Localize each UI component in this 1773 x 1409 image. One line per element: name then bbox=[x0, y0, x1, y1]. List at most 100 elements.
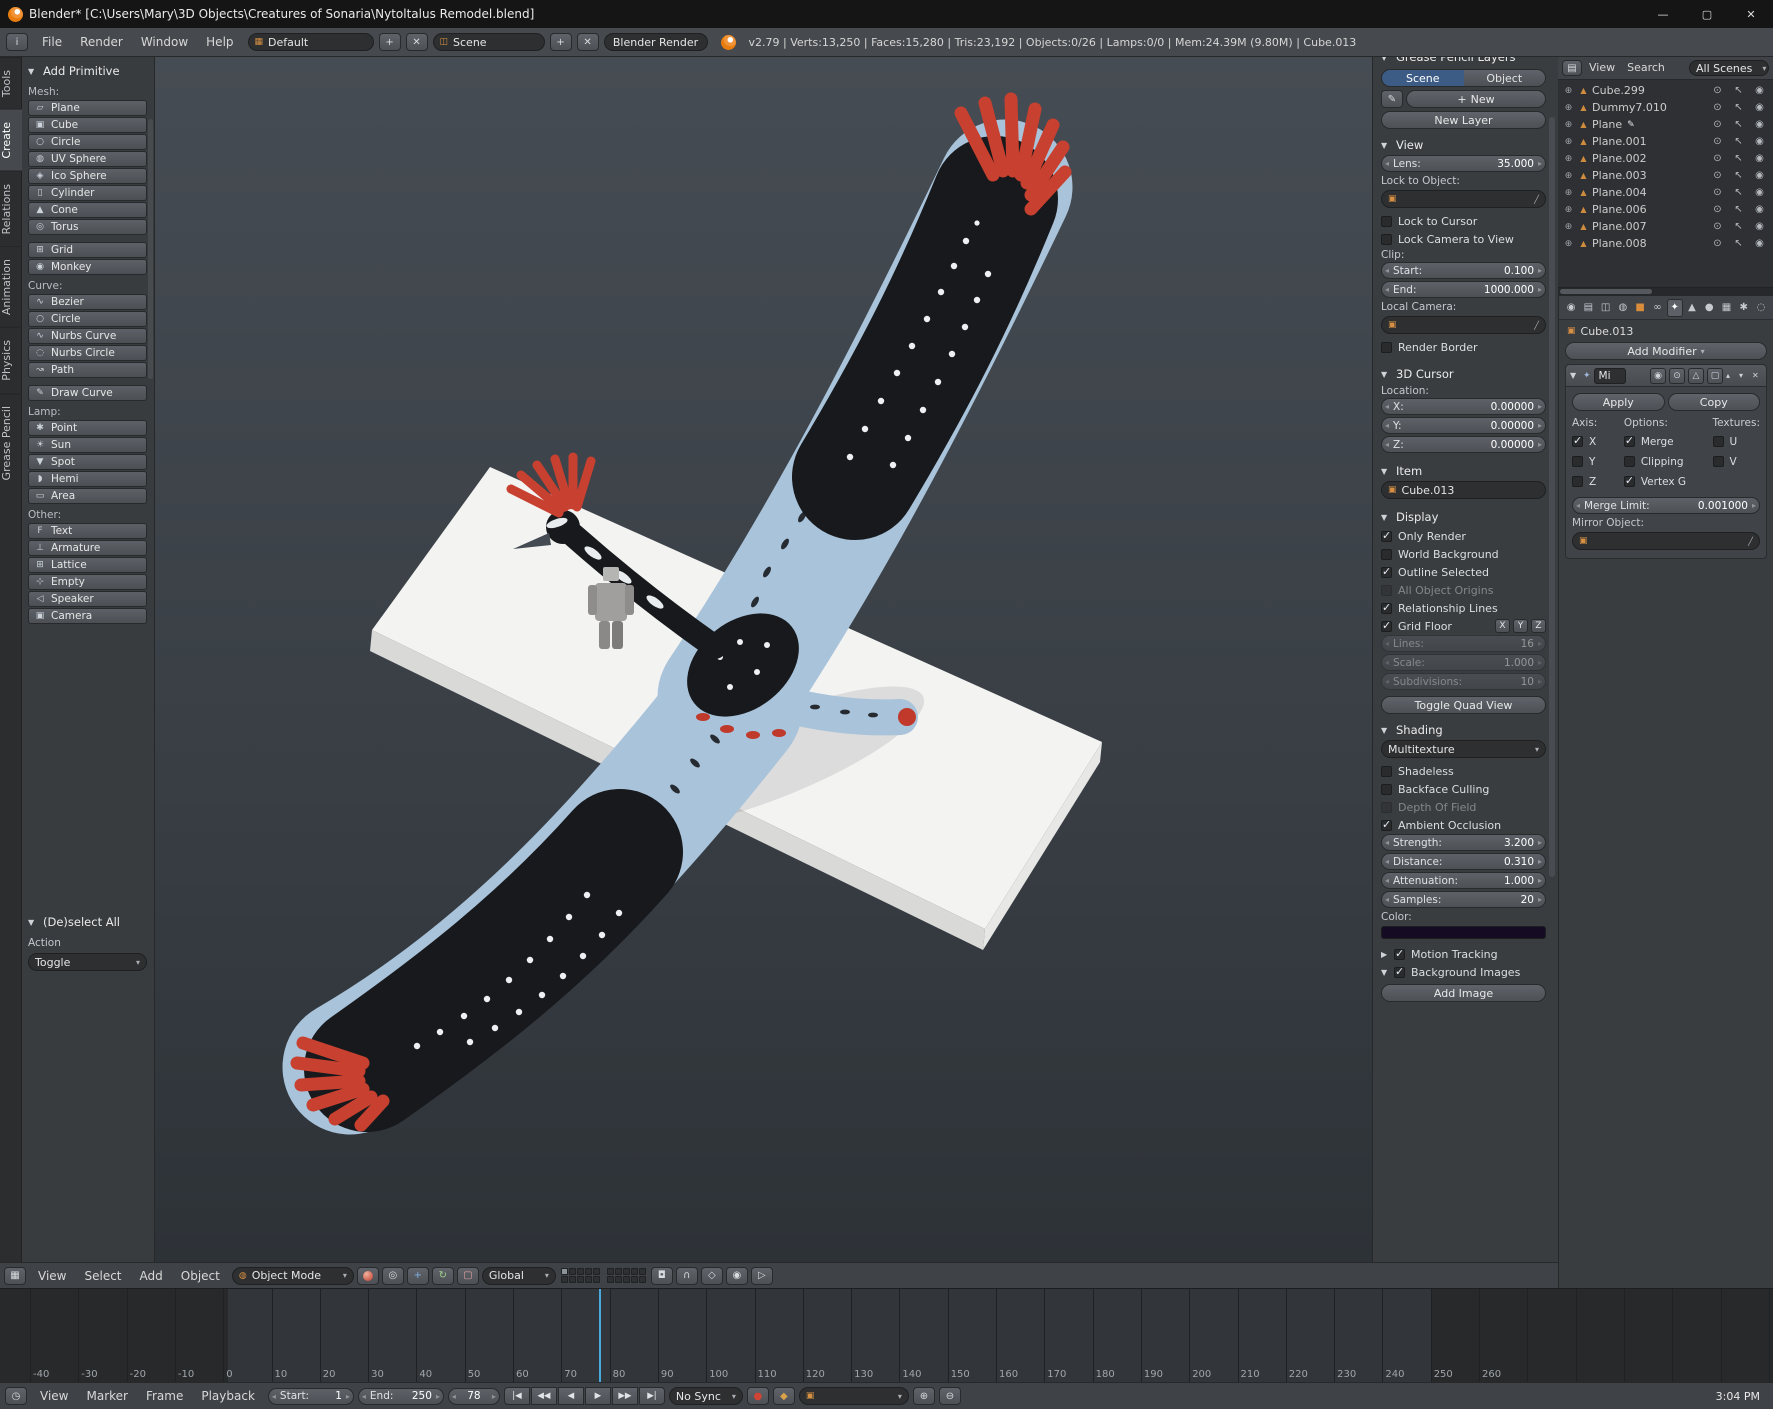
expand-icon[interactable]: ⊕ bbox=[1562, 137, 1575, 147]
translate-manipulator-icon[interactable]: + bbox=[406, 1266, 429, 1285]
cursor-select-icon[interactable]: ↖ bbox=[1729, 119, 1748, 130]
info-editor-icon[interactable]: i bbox=[6, 33, 28, 51]
screen-layout-selector[interactable]: ▦ Default bbox=[247, 33, 374, 51]
only-render-checkbox[interactable]: Only Render bbox=[1381, 527, 1546, 545]
add-circle-button[interactable]: ○ Circle bbox=[28, 311, 147, 327]
add-uv-sphere-button[interactable]: ◍ UV Sphere bbox=[28, 151, 147, 167]
layer-toggle[interactable] bbox=[614, 1276, 622, 1283]
render-border-checkbox[interactable]: Render Border bbox=[1381, 338, 1546, 356]
local-camera-field[interactable]: ▣ ╱ bbox=[1381, 316, 1546, 334]
timeline-menu-view[interactable]: View bbox=[31, 1383, 77, 1409]
play-reverse-button[interactable]: ◀ bbox=[557, 1387, 584, 1405]
grid-axis-z-toggle[interactable]: Z bbox=[1531, 619, 1546, 633]
grid-lines-slider[interactable]: Lines:16 bbox=[1381, 635, 1546, 652]
particles-tab-icon[interactable]: ✱ bbox=[1736, 299, 1752, 317]
all-object-origins-checkbox[interactable]: All Object Origins bbox=[1381, 581, 1546, 599]
record-button[interactable]: ● bbox=[746, 1387, 769, 1405]
modifier-edit-toggle-icon[interactable]: △ bbox=[1688, 367, 1704, 384]
add-nurbs-circle-button[interactable]: ◌ Nurbs Circle bbox=[28, 345, 147, 361]
outliner-item-plane-004[interactable]: ⊕ ▲ Plane.004 ⊙ ↖ ◉ bbox=[1558, 184, 1773, 201]
add-path-button[interactable]: ↝ Path bbox=[28, 362, 147, 378]
viewport-menu-add[interactable]: Add bbox=[131, 1264, 172, 1288]
ao-strength-slider[interactable]: Strength:3.200 bbox=[1381, 834, 1546, 851]
outliner-menu-view[interactable]: View bbox=[1583, 56, 1621, 80]
eye-icon[interactable]: ⊙ bbox=[1708, 170, 1727, 181]
deselect-all-panel-header[interactable]: ▼ (De)select All bbox=[28, 912, 147, 932]
eye-icon[interactable]: ⊙ bbox=[1708, 136, 1727, 147]
insert-keyframe-button[interactable]: ⊕ bbox=[912, 1387, 935, 1405]
timeline-menu-marker[interactable]: Marker bbox=[77, 1383, 136, 1409]
motion-tracking-checkbox[interactable]: Motion Tracking bbox=[1394, 945, 1498, 963]
eye-icon[interactable]: ⊙ bbox=[1708, 221, 1727, 232]
grid-floor-checkbox[interactable]: Grid Floor bbox=[1381, 617, 1492, 635]
display-panel-header[interactable]: ▼ Display bbox=[1381, 507, 1546, 527]
eye-icon[interactable]: ⊙ bbox=[1708, 238, 1727, 249]
toggle-quad-view-button[interactable]: Toggle Quad View bbox=[1381, 696, 1546, 714]
expand-icon[interactable]: ⊕ bbox=[1562, 103, 1575, 113]
maximize-button[interactable]: ▢ bbox=[1685, 0, 1729, 28]
delete-modifier-icon[interactable]: ✕ bbox=[1752, 371, 1762, 380]
cursor-select-icon[interactable]: ↖ bbox=[1729, 187, 1748, 198]
auto-keying-icon[interactable]: ◆ bbox=[772, 1387, 795, 1405]
menu-window[interactable]: Window bbox=[132, 30, 197, 54]
toolshelf-tab-physics[interactable]: Physics bbox=[0, 327, 22, 393]
grid-scale-slider[interactable]: Scale:1.000 bbox=[1381, 654, 1546, 671]
add-hemi-button[interactable]: ◗ Hemi bbox=[28, 471, 147, 487]
toolshelf-tab-tools[interactable]: Tools bbox=[0, 57, 22, 110]
copy-modifier-button[interactable]: Copy bbox=[1667, 393, 1760, 411]
outliner-item-plane-008[interactable]: ⊕ ▲ Plane.008 ⊙ ↖ ◉ bbox=[1558, 235, 1773, 252]
add-empty-button[interactable]: ⊹ Empty bbox=[28, 574, 147, 590]
expand-icon[interactable]: ⊕ bbox=[1562, 171, 1575, 181]
eye-icon[interactable]: ⊙ bbox=[1708, 204, 1727, 215]
frame-end-field[interactable]: End:250 bbox=[357, 1387, 444, 1405]
add-nurbs-curve-button[interactable]: ∿ Nurbs Curve bbox=[28, 328, 147, 344]
minimize-button[interactable]: — bbox=[1641, 0, 1685, 28]
camera-restrict-icon[interactable]: ◉ bbox=[1750, 221, 1769, 232]
backface-culling-checkbox[interactable]: Backface Culling bbox=[1381, 780, 1546, 798]
eyedropper-icon[interactable]: ╱ bbox=[1534, 321, 1539, 330]
outliner-item-dummy7-010[interactable]: ⊕ ▲ Dummy7.010 ⊙ ↖ ◉ bbox=[1558, 99, 1773, 116]
move-modifier-up-icon[interactable]: ▴ bbox=[1726, 371, 1736, 380]
add-plane-button[interactable]: ▱ Plane bbox=[28, 100, 147, 116]
cursor-select-icon[interactable]: ↖ bbox=[1729, 153, 1748, 164]
background-images-checkbox[interactable]: Background Images bbox=[1394, 963, 1520, 981]
eye-icon[interactable]: ⊙ bbox=[1708, 119, 1727, 130]
cursor-y-slider[interactable]: Y:0.00000 bbox=[1381, 417, 1546, 434]
3d-cursor-panel-header[interactable]: ▼ 3D Cursor bbox=[1381, 364, 1546, 384]
layer-toggle[interactable] bbox=[606, 1268, 614, 1275]
layer-toggle[interactable] bbox=[606, 1276, 614, 1283]
add-ico-sphere-button[interactable]: ◈ Ico Sphere bbox=[28, 168, 147, 184]
toolshelf-tab-create[interactable]: Create bbox=[0, 109, 22, 171]
layer-toggle[interactable] bbox=[576, 1268, 584, 1275]
modifier-header[interactable]: ▼ ✦ Mi ◉ ⊙ △ ▢ ▴ ▾ ✕ bbox=[1566, 365, 1766, 387]
add-draw-curve-button[interactable]: ✎ Draw Curve bbox=[28, 385, 147, 401]
play-button[interactable]: ▶ bbox=[584, 1387, 611, 1405]
toolshelf-scrollbar[interactable] bbox=[148, 119, 153, 379]
modifier-name-field[interactable]: Mi bbox=[1593, 367, 1626, 384]
add-point-button[interactable]: ✱ Point bbox=[28, 420, 147, 436]
scene-selector[interactable]: ◫ Scene bbox=[432, 33, 545, 51]
outliner-item-plane-001[interactable]: ⊕ ▲ Plane.001 ⊙ ↖ ◉ bbox=[1558, 133, 1773, 150]
add-monkey-button[interactable]: ◉ Monkey bbox=[28, 259, 147, 275]
viewport-menu-select[interactable]: Select bbox=[75, 1264, 130, 1288]
cursor-select-icon[interactable]: ↖ bbox=[1729, 170, 1748, 181]
shading-panel-header[interactable]: ▼ Shading bbox=[1381, 720, 1546, 740]
outliner-item-plane[interactable]: ⊕ ▲ Plane ✎ ⊙ ↖ ◉ bbox=[1558, 116, 1773, 133]
orientation-dropdown[interactable]: Global ▾ bbox=[481, 1266, 556, 1285]
timeline-menu-playback[interactable]: Playback bbox=[192, 1383, 264, 1409]
camera-restrict-icon[interactable]: ◉ bbox=[1750, 170, 1769, 181]
viewport-menu-view[interactable]: View bbox=[29, 1264, 75, 1288]
timeline-ruler[interactable]: -40 -30 -20 -10 0 10 20 30 40 50 60 70 80 90 100 110 120… bbox=[0, 1288, 1773, 1382]
triangle-down-icon[interactable]: ▼ bbox=[1381, 968, 1391, 977]
cursor-select-icon[interactable]: ↖ bbox=[1729, 221, 1748, 232]
timeline-editor-icon[interactable]: ◷ bbox=[5, 1387, 27, 1405]
menu-help[interactable]: Help bbox=[197, 30, 242, 54]
item-panel-header[interactable]: ▼ Item bbox=[1381, 461, 1546, 481]
pivot-center-icon[interactable]: ◎ bbox=[381, 1266, 404, 1285]
action-dropdown[interactable]: Toggle ▾ bbox=[28, 953, 147, 971]
delete-layout-button[interactable]: ✕ bbox=[405, 33, 428, 51]
depth-of-field-checkbox[interactable]: Depth Of Field bbox=[1381, 798, 1546, 816]
outliner-item-plane-003[interactable]: ⊕ ▲ Plane.003 ⊙ ↖ ◉ bbox=[1558, 167, 1773, 184]
view3d-editor-icon[interactable]: ▦ bbox=[4, 1266, 26, 1285]
constraints-tab-icon[interactable]: ∞ bbox=[1649, 299, 1665, 317]
